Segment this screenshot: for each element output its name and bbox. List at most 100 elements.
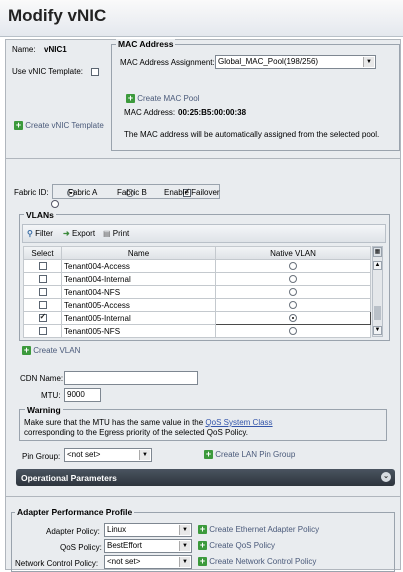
plus-icon: + <box>198 556 207 567</box>
adapter-policy-select[interactable]: Linux ▼ <box>104 523 192 537</box>
qos-policy-value: BestEffort <box>107 541 142 550</box>
filter-icon: ⚲ <box>27 229 33 238</box>
cdn-name-label: CDN Name: <box>20 374 64 383</box>
vlan-name: Tenant004-NFS <box>61 285 216 299</box>
create-mac-pool-link[interactable]: + Create MAC Pool <box>126 93 200 104</box>
mtu-input[interactable]: 9000 <box>64 388 101 402</box>
row-select-checkbox[interactable] <box>38 327 47 336</box>
create-lan-pin-group-label: Create LAN Pin Group <box>215 450 296 459</box>
vlan-name: Tenant004-Access <box>61 259 216 273</box>
mac-assignment-select[interactable]: Global_MAC_Pool(198/256) ▼ <box>215 55 376 69</box>
warning-text: Make sure that the MTU has the same valu… <box>24 418 206 427</box>
print-button[interactable]: ▤ Print <box>103 229 129 238</box>
name-label: Name: <box>12 45 36 54</box>
header-native-vlan[interactable]: Native VLAN <box>215 246 371 260</box>
section-divider <box>6 496 400 497</box>
chevron-down-icon: ▼ <box>139 450 150 460</box>
table-row[interactable]: Tenant005-NFS <box>23 324 371 338</box>
header-select[interactable]: Select <box>23 246 62 260</box>
adapter-policy-value: Linux <box>107 525 127 534</box>
row-select-checkbox[interactable] <box>38 275 47 284</box>
vlan-name: Tenant005-Internal <box>61 311 216 325</box>
chevron-down-icon: ▼ <box>179 525 190 535</box>
vlans-scrollbar[interactable] <box>372 246 383 337</box>
plus-icon: + <box>22 345 31 356</box>
expand-chevron-icon[interactable]: ⌄ <box>381 472 391 482</box>
dialog-title: Modify vNIC <box>8 6 107 25</box>
warning-line-2: corresponding to the Egress priority of … <box>24 428 248 437</box>
row-select-checkbox[interactable] <box>38 262 47 271</box>
table-row[interactable]: Tenant004-Internal <box>23 272 371 286</box>
pin-group-select[interactable]: <not set> ▼ <box>64 448 152 462</box>
chevron-down-icon: ▼ <box>363 57 374 67</box>
qos-policy-select[interactable]: BestEffort ▼ <box>104 539 192 553</box>
export-arrow-icon: ➜ <box>63 229 70 238</box>
mac-note: The MAC address will be automatically as… <box>124 130 380 139</box>
operational-parameters-bar[interactable]: Operational Parameters ⌄ <box>16 469 395 486</box>
network-control-policy-value: <not set> <box>107 557 141 566</box>
pin-group-label: Pin Group: <box>22 452 61 461</box>
use-template-checkbox[interactable] <box>91 67 99 76</box>
table-row[interactable]: Tenant004-Access <box>23 259 371 273</box>
create-network-control-policy-link[interactable]: + Create Network Control Policy <box>198 556 316 567</box>
chevron-down-icon: ▼ <box>179 557 190 567</box>
pin-group-value: <not set> <box>67 450 101 459</box>
filter-button[interactable]: ⚲ Filter <box>27 229 53 238</box>
create-vlan-label: Create VLAN <box>33 346 81 355</box>
vlans-table: Select Name Native VLAN Tenant004-Access… <box>23 246 371 338</box>
vlan-name: Tenant005-Access <box>61 298 216 312</box>
qos-policy-label: QoS Policy: <box>60 543 102 552</box>
mac-address-label: MAC Address: <box>124 108 176 117</box>
print-label: Print <box>112 229 130 238</box>
column-chooser-icon[interactable]: ▦ <box>373 247 382 257</box>
scrollbar-thumb[interactable] <box>374 306 381 320</box>
create-ethernet-adapter-policy-label: Create Ethernet Adapter Policy <box>209 525 320 534</box>
native-vlan-radio[interactable] <box>289 275 297 284</box>
table-row[interactable]: Tenant005-Access <box>23 298 371 312</box>
create-vlan-link[interactable]: + Create VLAN <box>22 345 81 356</box>
native-vlan-radio[interactable] <box>289 288 297 297</box>
row-select-checkbox[interactable] <box>38 312 47 323</box>
operational-parameters-label: Operational Parameters <box>21 473 117 483</box>
create-qos-policy-link[interactable]: + Create QoS Policy <box>198 540 275 551</box>
use-template-label: Use vNIC Template: <box>12 67 83 76</box>
network-control-policy-label: Network Control Policy: <box>15 559 99 568</box>
create-vnic-template-label: Create vNIC Template <box>25 121 104 130</box>
cdn-name-input[interactable] <box>64 371 198 385</box>
row-select-checkbox[interactable] <box>38 288 47 297</box>
mac-assignment-value: Global_MAC_Pool(198/256) <box>218 57 319 66</box>
mac-assignment-label: MAC Address Assignment: <box>120 58 215 67</box>
native-vlan-radio[interactable] <box>289 327 297 336</box>
native-vlan-radio[interactable] <box>289 301 297 310</box>
vlan-name: Tenant004-Internal <box>61 272 216 286</box>
vlans-section-title: VLANs <box>24 210 56 220</box>
create-ethernet-adapter-policy-link[interactable]: + Create Ethernet Adapter Policy <box>198 524 320 535</box>
plus-icon: + <box>198 524 207 535</box>
fabric-a-label: Fabric A <box>68 188 98 197</box>
mac-section-title: MAC Address <box>116 39 176 49</box>
adapter-section-title: Adapter Performance Profile <box>15 507 135 517</box>
create-mac-pool-label: Create MAC Pool <box>137 94 200 103</box>
table-row[interactable]: Tenant004-NFS <box>23 285 371 299</box>
vlans-header-row: Select Name Native VLAN <box>23 246 371 260</box>
enable-failover-label: Enable Failover <box>164 188 220 197</box>
info-icon <box>51 200 59 208</box>
fabric-b-label: Fabric B <box>117 188 147 197</box>
export-label: Export <box>71 229 96 238</box>
native-vlan-radio[interactable] <box>289 262 297 271</box>
scroll-up-icon[interactable]: ▲ <box>373 261 382 270</box>
qos-system-class-link[interactable]: QoS System Class <box>205 418 272 427</box>
vlan-name: Tenant005-NFS <box>61 324 216 338</box>
header-name[interactable]: Name <box>61 246 216 260</box>
plus-icon: + <box>14 120 23 131</box>
scroll-down-icon[interactable]: ▼ <box>373 326 382 335</box>
native-vlan-radio[interactable] <box>289 314 297 323</box>
network-control-policy-select[interactable]: <not set> ▼ <box>104 555 192 569</box>
create-vnic-template-link[interactable]: + Create vNIC Template <box>14 120 104 131</box>
plus-icon: + <box>126 93 135 104</box>
create-lan-pin-group-link[interactable]: + Create LAN Pin Group <box>204 450 296 460</box>
export-button[interactable]: ➜ Export <box>63 229 95 238</box>
row-select-checkbox[interactable] <box>38 301 47 310</box>
plus-icon: + <box>198 540 207 551</box>
table-row[interactable]: Tenant005-Internal <box>23 311 371 325</box>
